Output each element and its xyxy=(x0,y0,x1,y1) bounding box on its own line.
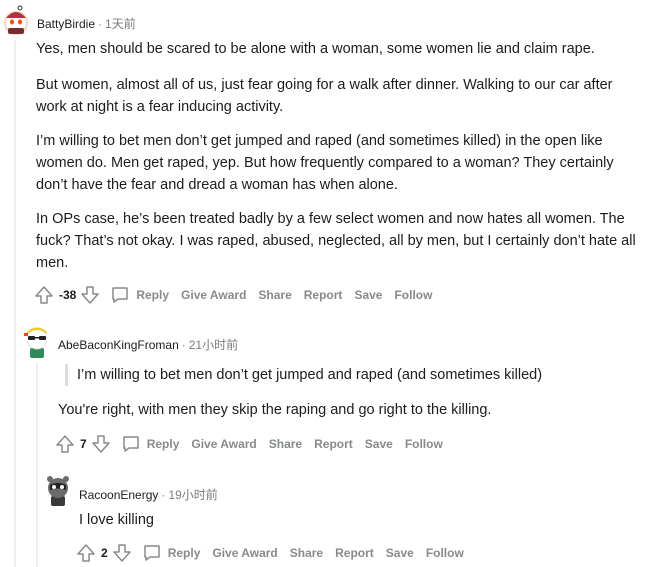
comment-paragraph: I love killing xyxy=(79,512,154,528)
give-award-button[interactable]: Give Award xyxy=(191,437,256,451)
timestamp[interactable]: 1天前 xyxy=(105,15,136,32)
comment-meta: AbeBaconKingFroman · 21小时前 xyxy=(58,336,238,353)
comment-actions: -38 Reply Give Award Share Report Save F… xyxy=(34,284,432,306)
save-button[interactable]: Save xyxy=(354,288,382,302)
username[interactable]: AbeBaconKingFroman xyxy=(58,338,179,352)
comment-paragraph: You're right, with men they skip the rap… xyxy=(58,402,492,418)
upvote-icon xyxy=(35,286,53,304)
reply-label: Reply xyxy=(146,437,180,451)
comment-paragraph: But women, almost all of us, just fear g… xyxy=(36,77,613,115)
blockquote: I’m willing to bet men don’t get jumped … xyxy=(65,364,637,386)
meta-separator: · xyxy=(98,16,103,31)
comment-paragraph: I’m willing to bet men don’t get jumped … xyxy=(36,133,614,193)
downvote-icon xyxy=(91,435,110,453)
reply-bubble-icon xyxy=(112,287,129,303)
avatar[interactable] xyxy=(22,324,52,360)
share-button[interactable]: Share xyxy=(269,437,302,451)
thread-line-2[interactable] xyxy=(36,362,38,567)
meta-separator: · xyxy=(181,337,186,352)
give-award-button[interactable]: Give Award xyxy=(181,288,246,302)
follow-button[interactable]: Follow xyxy=(394,288,432,302)
timestamp[interactable]: 19小时前 xyxy=(168,486,217,503)
vote-score: 7 xyxy=(80,437,87,451)
share-button[interactable]: Share xyxy=(258,288,291,302)
reply-button[interactable]: Reply xyxy=(121,434,180,454)
reply-label: Reply xyxy=(136,288,170,302)
comment-actions: 7 Reply Give Award Share Report Save Fol… xyxy=(55,433,443,455)
comment-paragraph: Yes, men should be scared to be alone wi… xyxy=(36,41,595,57)
give-award-button[interactable]: Give Award xyxy=(212,546,277,560)
report-button[interactable]: Report xyxy=(314,437,353,451)
upvote-button[interactable] xyxy=(55,434,75,454)
downvote-button[interactable] xyxy=(91,434,111,454)
reply-bubble-icon xyxy=(122,436,139,452)
comment-actions: 2 Reply Give Award Share Report Save Fol… xyxy=(76,542,464,564)
reply-label: Reply xyxy=(167,546,201,560)
save-button[interactable]: Save xyxy=(365,437,393,451)
report-button[interactable]: Report xyxy=(335,546,374,560)
upvote-icon xyxy=(77,544,95,562)
downvote-icon xyxy=(81,286,100,304)
thread-line-1[interactable] xyxy=(14,40,16,567)
meta-separator: · xyxy=(161,487,166,502)
upvote-button[interactable] xyxy=(34,285,54,305)
save-button[interactable]: Save xyxy=(386,546,414,560)
comment-paragraph: In OPs case, he’s been treated badly by … xyxy=(36,211,636,271)
username[interactable]: RacoonEnergy xyxy=(79,488,158,502)
avatar[interactable] xyxy=(2,4,30,36)
timestamp[interactable]: 21小时前 xyxy=(189,336,238,353)
comment-meta: BattyBirdie · 1天前 xyxy=(37,15,136,32)
vote-score: -38 xyxy=(59,288,77,302)
share-button[interactable]: Share xyxy=(290,546,323,560)
vote-score: 2 xyxy=(101,546,108,560)
report-button[interactable]: Report xyxy=(304,288,343,302)
downvote-button[interactable] xyxy=(112,543,132,563)
reply-button[interactable]: Reply xyxy=(142,543,201,563)
follow-button[interactable]: Follow xyxy=(426,546,464,560)
comment-meta: RacoonEnergy · 19小时前 xyxy=(79,486,218,503)
username[interactable]: BattyBirdie xyxy=(37,17,95,31)
upvote-button[interactable] xyxy=(76,543,96,563)
avatar[interactable] xyxy=(44,474,72,508)
reply-button[interactable]: Reply xyxy=(110,285,169,305)
downvote-icon xyxy=(112,544,131,562)
follow-button[interactable]: Follow xyxy=(405,437,443,451)
reply-bubble-icon xyxy=(143,545,160,561)
downvote-button[interactable] xyxy=(80,285,100,305)
upvote-icon xyxy=(56,435,74,453)
